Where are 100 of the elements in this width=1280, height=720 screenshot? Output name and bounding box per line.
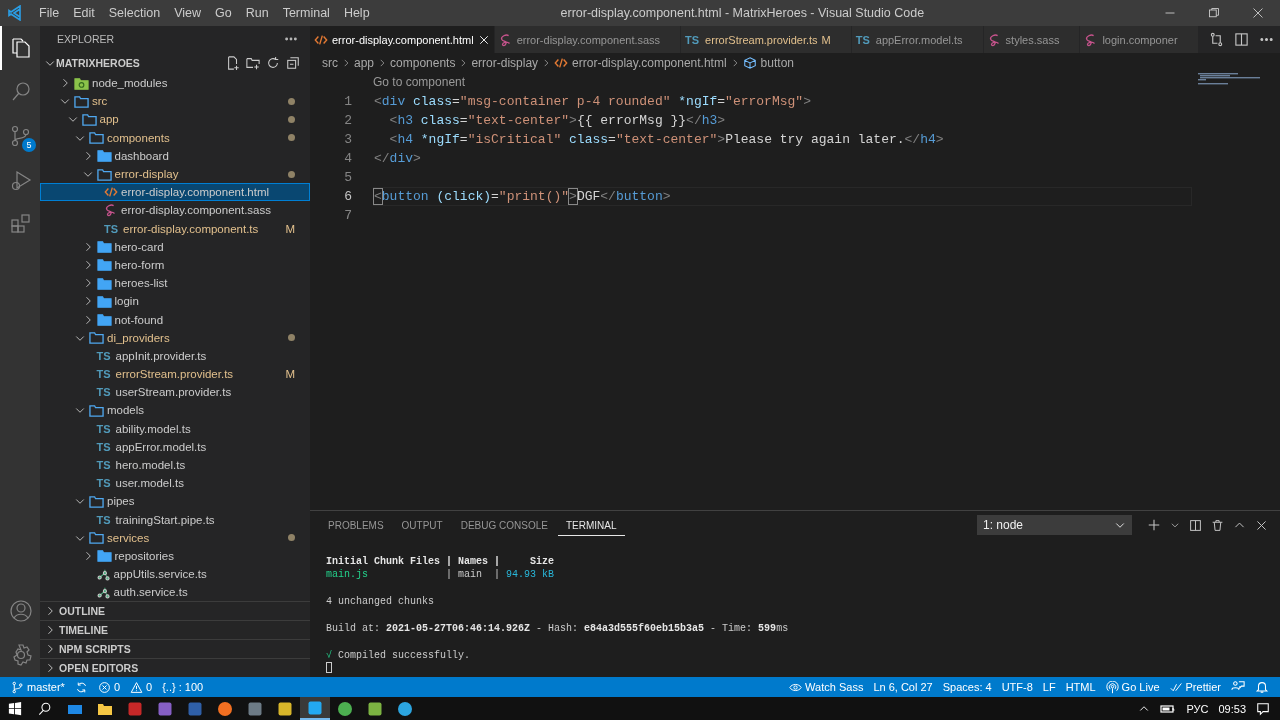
- status-item[interactable]: master*: [6, 680, 70, 694]
- ts-file-icon: TS: [96, 459, 113, 472]
- status-item[interactable]: 0: [92, 680, 126, 694]
- menu-item[interactable]: Go: [208, 6, 239, 20]
- editor-tab[interactable]: TS appError.model.ts: [851, 26, 984, 53]
- tree-item[interactable]: models: [40, 401, 310, 420]
- restore-icon: [1208, 7, 1220, 19]
- terminal-line: 4 unchanged chunks: [326, 595, 435, 609]
- tree-item[interactable]: error-display.component.sass: [40, 201, 310, 220]
- run-debug-icon: [9, 168, 33, 192]
- tree-item[interactable]: TS appError.model.ts: [40, 437, 310, 456]
- tree-item[interactable]: hero-card: [40, 237, 310, 256]
- app-icon[interactable]: [158, 702, 172, 715]
- panel-tab[interactable]: PROBLEMS: [320, 514, 392, 536]
- status-item[interactable]: 0: [125, 680, 158, 694]
- tree-item[interactable]: TS trainingStart.pipe.ts: [40, 510, 310, 529]
- folder-icon: [96, 257, 112, 273]
- editor-tab[interactable]: styles.sass: [983, 26, 1081, 53]
- app-icon[interactable]: [218, 701, 232, 716]
- editor-tab[interactable]: error-display.component.html: [310, 26, 495, 53]
- folder-icon: [89, 130, 104, 146]
- editor-tab[interactable]: TS errorStream.provider.ts M: [681, 26, 852, 53]
- tree-item[interactable]: repositories: [40, 546, 310, 566]
- sidebar-section[interactable]: OUTLINE: [40, 601, 310, 620]
- app-icon[interactable]: [308, 701, 322, 714]
- chevron-down-icon: [1170, 520, 1180, 530]
- status-item[interactable]: {..} : 100: [157, 681, 209, 693]
- tree-item[interactable]: node_modules: [40, 74, 310, 93]
- status-item[interactable]: LF: [1037, 681, 1061, 693]
- tree-item[interactable]: appUtils.service.ts: [40, 565, 310, 584]
- tree-item[interactable]: TS errorStream.provider.ts M: [40, 365, 310, 384]
- tree-item[interactable]: error-display: [40, 164, 310, 184]
- tree-item[interactable]: src: [40, 92, 310, 111]
- status-item[interactable]: HTML: [1060, 681, 1101, 693]
- panel-tab[interactable]: DEBUG CONSOLE: [452, 514, 556, 536]
- nodes-icon: [96, 585, 111, 600]
- tree-item[interactable]: components: [40, 128, 310, 147]
- breadcrumb-item[interactable]: button: [742, 56, 794, 70]
- tree-item[interactable]: TS ability.model.ts: [40, 419, 310, 438]
- folder-icon[interactable]: [98, 703, 112, 715]
- terminal-dropdown[interactable]: 1: node: [977, 515, 1132, 535]
- terminal-line: √ Compiled successfully.: [326, 648, 471, 663]
- menu-item[interactable]: Terminal: [275, 6, 337, 20]
- tree-item[interactable]: dashboard: [40, 146, 310, 165]
- tree-item[interactable]: auth.service.ts: [40, 583, 310, 601]
- tree-item[interactable]: login: [40, 292, 310, 311]
- status-item[interactable]: Prettier: [1164, 680, 1226, 694]
- menu-item[interactable]: File: [32, 6, 67, 20]
- tree-item[interactable]: TS appInit.provider.ts: [40, 346, 310, 365]
- tree-item[interactable]: not-found: [40, 310, 310, 329]
- app-icon[interactable]: [368, 702, 382, 715]
- app-icon[interactable]: [248, 702, 262, 715]
- folder-icon: [74, 75, 89, 91]
- tree-item[interactable]: error-display.component.html: [40, 183, 310, 202]
- clock[interactable]: 09:53: [1218, 702, 1246, 715]
- status-item[interactable]: Ln 6, Col 27: [868, 681, 938, 693]
- status-item[interactable]: Spaces: 4: [937, 681, 997, 693]
- tree-item[interactable]: TS error-display.component.ts M: [40, 219, 310, 238]
- menu-item[interactable]: Selection: [101, 6, 168, 20]
- tree-item[interactable]: app: [40, 110, 310, 129]
- breadcrumb-item[interactable]: app: [354, 56, 375, 70]
- keyboard-language[interactable]: РУС: [1186, 702, 1209, 715]
- tree-item[interactable]: hero-form: [40, 255, 310, 275]
- tree-item[interactable]: TS hero.model.ts: [40, 455, 310, 475]
- tree-item[interactable]: TS user.model.ts: [40, 474, 310, 493]
- tree-item[interactable]: di_providers: [40, 328, 310, 347]
- workspace-title[interactable]: MATRIXHEROES: [56, 57, 140, 69]
- breadcrumb-item[interactable]: error-display.component.html: [554, 56, 727, 70]
- app-icon[interactable]: [398, 701, 412, 716]
- mail-icon[interactable]: [68, 704, 82, 714]
- menu-item[interactable]: Edit: [66, 6, 102, 20]
- breadcrumb-item[interactable]: error-display: [471, 56, 539, 70]
- activity-button[interactable]: 5: [0, 114, 40, 158]
- tree-item[interactable]: TS userStream.provider.ts: [40, 383, 310, 402]
- app-icon[interactable]: [128, 702, 142, 715]
- status-item[interactable]: UTF-8: [996, 681, 1038, 693]
- menu-item[interactable]: Run: [238, 6, 276, 20]
- sidebar-section[interactable]: TIMELINE: [40, 620, 310, 639]
- ts-file-icon: TS: [104, 222, 120, 235]
- tree-item[interactable]: pipes: [40, 492, 310, 511]
- breadcrumb-item[interactable]: components: [390, 56, 456, 70]
- check-icon: [1169, 680, 1183, 694]
- code-icon: [554, 56, 569, 70]
- tree-item[interactable]: heroes-list: [40, 274, 310, 293]
- breadcrumb-item[interactable]: src: [322, 56, 338, 70]
- ts-file-icon: TS: [96, 368, 113, 381]
- menu-item[interactable]: Help: [336, 6, 377, 20]
- status-item[interactable]: Watch Sass: [784, 680, 869, 694]
- editor-tab[interactable]: error-display.component.sass: [494, 26, 682, 53]
- sidebar-section[interactable]: NPM SCRIPTS: [40, 639, 310, 658]
- app-icon[interactable]: [338, 701, 352, 716]
- panel-tab[interactable]: TERMINAL: [557, 514, 625, 536]
- menu-item[interactable]: View: [167, 6, 208, 20]
- codelens-link[interactable]: Go to component: [373, 75, 466, 89]
- app-icon[interactable]: [278, 702, 292, 715]
- code-line: <h3 class="text-center">{{ errorMsg }}</h3>: [388, 112, 727, 130]
- tree-item[interactable]: services: [40, 528, 310, 547]
- status-item[interactable]: Go Live: [1100, 680, 1165, 694]
- panel-tab[interactable]: OUTPUT: [393, 514, 451, 536]
- editor-tab[interactable]: login.componer: [1080, 26, 1199, 53]
